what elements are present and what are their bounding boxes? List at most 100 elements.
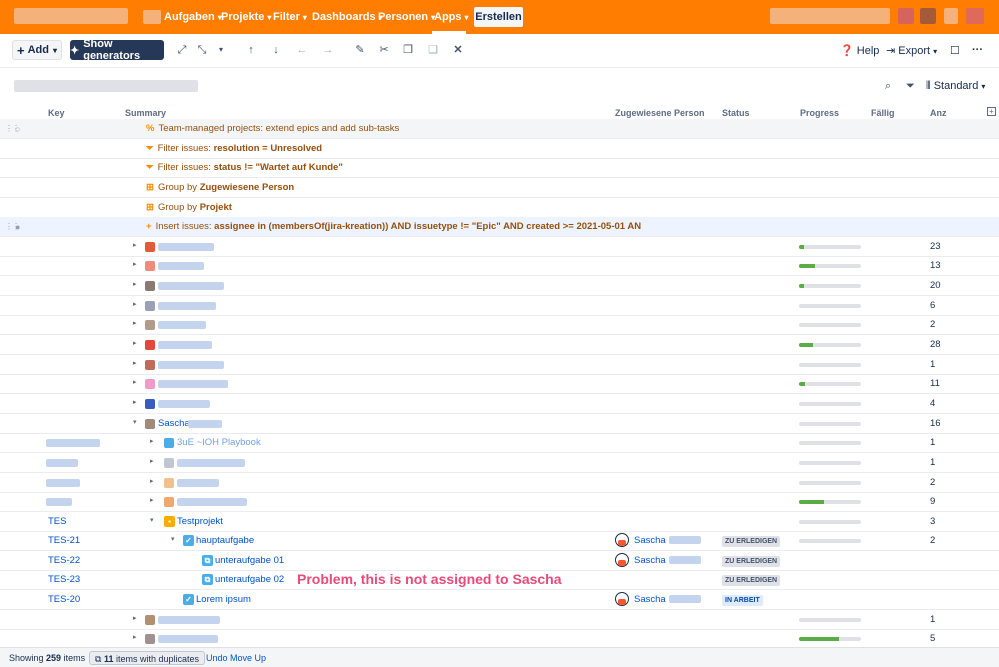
search-icon[interactable]: ⌕	[885, 80, 891, 93]
group-row[interactable]: ▸ 1	[0, 610, 999, 630]
project-row-tes[interactable]: TES ▾ ▪ Testprojekt 3	[0, 512, 999, 532]
create-button[interactable]: Erstellen	[474, 7, 523, 27]
expand-icon[interactable]: ▸	[133, 398, 137, 406]
issue-summary[interactable]: Testprojekt	[177, 516, 223, 527]
expand-icon[interactable]: ▸	[150, 477, 154, 485]
group-row[interactable]: ▸ 20	[0, 276, 999, 296]
help-icon[interactable]	[920, 8, 936, 24]
issue-key[interactable]: TES-23	[48, 574, 80, 585]
nav-personen[interactable]: Personen ▾	[378, 11, 435, 23]
expand-icon[interactable]: ▸	[133, 319, 137, 327]
group-row-sascha[interactable]: ▾ Sascha 16	[0, 414, 999, 434]
paste-icon[interactable]: ❏	[425, 42, 441, 58]
add-button[interactable]: + Add ▾	[12, 40, 62, 60]
group-row[interactable]: ▸ 11	[0, 374, 999, 394]
expand-icon[interactable]: ▸	[150, 496, 154, 504]
issue-summary[interactable]: unteraufgabe 02	[215, 574, 284, 585]
generator-row[interactable]: ⊞ Group by Zugewiesene Person	[0, 178, 999, 198]
group-row[interactable]: ▸ 28	[0, 335, 999, 355]
search-field[interactable]	[770, 8, 890, 24]
group-row[interactable]: ▸ 2	[0, 315, 999, 335]
group-row[interactable]: ▸ 4	[0, 394, 999, 414]
expand-icon[interactable]: ▸	[150, 437, 154, 445]
issue-row[interactable]: TES-22 ⧉ unteraufgabe 01 Sascha ZU ERLED…	[0, 551, 999, 571]
collapse-icon[interactable]: ▾	[171, 535, 175, 543]
view-selector[interactable]: ⫴ Standard ▾	[926, 80, 985, 93]
help-button[interactable]: ❓ Help	[840, 44, 879, 57]
expand-icon[interactable]: ▸	[133, 359, 137, 367]
project-row[interactable]: ▸ 2	[0, 473, 999, 493]
project-row[interactable]: ▸ 9	[0, 492, 999, 512]
nav-dashboards[interactable]: Dashboards ▾	[312, 11, 383, 23]
expand-icon[interactable]: ▸	[133, 280, 137, 288]
edit-icon[interactable]: ✎	[352, 42, 368, 58]
group-row[interactable]: ▸ 6	[0, 296, 999, 316]
status-badge[interactable]: ZU ERLEDIGEN	[722, 575, 781, 586]
nav-apps[interactable]: Apps ▾	[434, 11, 469, 23]
issue-summary[interactable]: hauptaufgabe	[196, 535, 254, 546]
status-badge[interactable]: ZU ERLEDIGEN	[722, 556, 781, 567]
expand-icon[interactable]: ⤢	[174, 42, 190, 58]
more-icon[interactable]: ···	[972, 44, 983, 56]
expand-icon[interactable]: ▸	[133, 260, 137, 268]
expand-icon[interactable]: ▸	[133, 241, 137, 249]
column-header-key[interactable]: Key	[48, 108, 65, 118]
generator-row[interactable]: ⊞ Group by Projekt	[0, 198, 999, 218]
status-badge[interactable]: IN ARBEIT	[722, 595, 763, 606]
show-generators-button[interactable]: ✦ Show generators	[70, 38, 164, 62]
undo-link[interactable]: Undo Move Up	[206, 653, 266, 663]
column-header-status[interactable]: Status	[722, 108, 750, 118]
assignee[interactable]: Sascha	[615, 533, 701, 547]
assignee[interactable]: Sascha	[615, 553, 701, 567]
project-row[interactable]: ▸ 3uE ~IOH Playbook 1	[0, 433, 999, 453]
nav-filter[interactable]: Filter ▾	[273, 11, 307, 23]
expand-icon[interactable]: ▸	[133, 339, 137, 347]
issue-summary[interactable]: Lorem ipsum	[196, 594, 251, 605]
radio-icon[interactable]: ○	[15, 124, 20, 134]
radio-icon[interactable]: ●	[15, 222, 20, 232]
generator-row[interactable]: ⏷ Filter issues: resolution = Unresolved	[0, 139, 999, 159]
generator-row[interactable]: ⏷ Filter issues: status != "Wartet auf Ku…	[0, 158, 999, 178]
column-header-summary[interactable]: Summary	[125, 108, 166, 118]
expand-icon[interactable]: ▸	[133, 300, 137, 308]
issue-key[interactable]: TES-20	[48, 594, 80, 605]
issue-key[interactable]: TES	[48, 516, 66, 527]
group-row[interactable]: ▸ 13	[0, 256, 999, 276]
avatar[interactable]	[966, 8, 984, 24]
add-column-icon[interactable]: +	[987, 107, 996, 116]
collapse-icon[interactable]: ▾	[150, 516, 154, 524]
notifications-icon[interactable]	[898, 8, 914, 24]
group-row[interactable]: ▸ 5	[0, 629, 999, 649]
issue-row[interactable]: TES-20 ✓ Lorem ipsum Sascha IN ARBEIT	[0, 590, 999, 610]
expand-icon[interactable]: ▸	[150, 457, 154, 465]
column-header-assignee[interactable]: Zugewiesene Person	[615, 108, 705, 118]
column-header-progress[interactable]: Progress	[800, 108, 839, 118]
delete-icon[interactable]: ✕	[450, 42, 466, 58]
status-badge[interactable]: ZU ERLEDIGEN	[722, 536, 781, 547]
project-row[interactable]: ▸ 1	[0, 453, 999, 473]
issue-row[interactable]: TES-21 ▾ ✓ hauptaufgabe Sascha ZU ERLEDI…	[0, 531, 999, 551]
move-left-icon[interactable]: ←	[294, 42, 310, 58]
group-row[interactable]: ▸ 1	[0, 355, 999, 375]
issue-summary[interactable]: unteraufgabe 01	[215, 555, 284, 566]
group-row[interactable]: ▸ 23	[0, 237, 999, 257]
issue-key[interactable]: TES-22	[48, 555, 80, 566]
cut-icon[interactable]: ✂	[376, 42, 392, 58]
nav-aufgaben[interactable]: Aufgaben ▾	[164, 11, 222, 23]
move-up-icon[interactable]: ↑	[243, 42, 259, 58]
fullscreen-icon[interactable]: ☐	[950, 44, 960, 57]
collapse-icon[interactable]: ⤡	[194, 42, 210, 58]
logo[interactable]	[14, 8, 128, 24]
export-button[interactable]: ⇥ Export ▾	[886, 44, 937, 57]
filter-icon[interactable]: ⏷	[906, 80, 915, 93]
duplicates-button[interactable]: ⧉ 11 items with duplicates	[89, 651, 206, 665]
column-header-count[interactable]: Anz	[930, 108, 947, 118]
chevron-down-icon[interactable]: ▾	[213, 42, 229, 58]
move-right-icon[interactable]: →	[320, 42, 336, 58]
expand-icon[interactable]: ▸	[133, 614, 137, 622]
move-down-icon[interactable]: ↓	[268, 42, 284, 58]
nav-projekte[interactable]: Projekte ▾	[221, 11, 271, 23]
issue-key[interactable]: TES-21	[48, 535, 80, 546]
copy-icon[interactable]: ❐	[400, 42, 416, 58]
column-header-due[interactable]: Fällig	[871, 108, 895, 118]
